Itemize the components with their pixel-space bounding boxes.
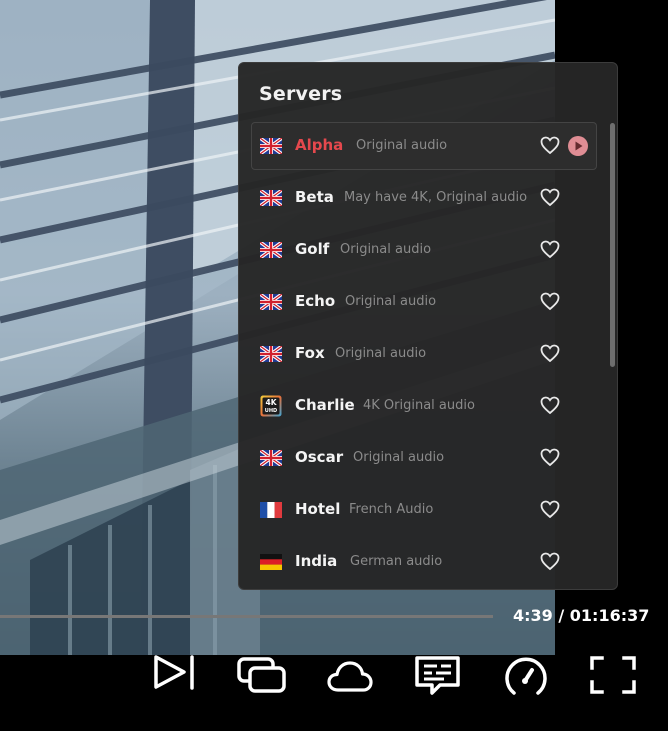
server-row[interactable]: Hotel French Audio bbox=[251, 486, 597, 534]
subtitles-button[interactable] bbox=[413, 655, 465, 707]
episodes-button[interactable] bbox=[236, 655, 288, 707]
episodes-icon bbox=[237, 657, 286, 693]
france-flag-icon bbox=[260, 502, 282, 518]
server-row[interactable]: Oscar Original audio bbox=[251, 434, 597, 482]
heart-icon[interactable] bbox=[540, 396, 560, 415]
server-name: India bbox=[295, 552, 338, 570]
server-row[interactable]: Alpha Original audio bbox=[251, 122, 597, 170]
server-list: Alpha Original audio Beta May have 4K, O… bbox=[251, 122, 597, 589]
server-desc: Original audio bbox=[353, 450, 445, 465]
germany-flag-icon bbox=[260, 554, 282, 570]
server-desc: Original audio bbox=[356, 138, 448, 153]
cloud-button[interactable] bbox=[325, 655, 377, 707]
server-name: Charlie bbox=[295, 396, 355, 414]
server-row[interactable]: 4K UHD Charlie 4K Original audio bbox=[251, 382, 597, 430]
uk-flag-icon bbox=[260, 242, 282, 258]
cloud-icon bbox=[327, 661, 373, 692]
svg-text:UHD: UHD bbox=[265, 408, 277, 414]
server-row[interactable]: India German audio bbox=[251, 538, 597, 586]
server-row[interactable]: Beta May have 4K, Original audio bbox=[251, 174, 597, 222]
server-row[interactable]: Golf Original audio bbox=[251, 226, 597, 274]
svg-text:4K: 4K bbox=[265, 398, 277, 407]
server-desc: Original audio bbox=[340, 242, 432, 257]
speed-icon bbox=[505, 657, 547, 695]
server-name: Alpha bbox=[295, 136, 344, 154]
server-desc: German audio bbox=[350, 554, 443, 569]
server-name: Fox bbox=[295, 344, 325, 362]
uk-flag-icon bbox=[260, 346, 282, 362]
server-desc: Original audio bbox=[345, 294, 437, 309]
heart-icon[interactable] bbox=[540, 136, 560, 155]
server-name: Hotel bbox=[295, 500, 341, 518]
heart-icon[interactable] bbox=[540, 240, 560, 259]
server-desc: 4K Original audio bbox=[363, 398, 475, 413]
server-name: Beta bbox=[295, 188, 334, 206]
server-row[interactable]: Echo Original audio bbox=[251, 278, 597, 326]
server-desc: French Audio bbox=[349, 502, 434, 517]
seek-bar[interactable] bbox=[0, 615, 493, 618]
server-row[interactable]: Fox Original audio bbox=[251, 330, 597, 378]
heart-icon[interactable] bbox=[540, 552, 560, 571]
uk-flag-icon bbox=[260, 294, 282, 310]
subtitles-icon bbox=[415, 656, 460, 695]
heart-icon[interactable] bbox=[540, 344, 560, 363]
uk-flag-icon bbox=[260, 190, 282, 206]
heart-icon[interactable] bbox=[540, 448, 560, 467]
4k-uhd-icon: 4K UHD bbox=[260, 395, 282, 417]
now-playing-icon bbox=[568, 136, 588, 156]
next-button[interactable] bbox=[148, 655, 200, 707]
panel-title: Servers bbox=[259, 83, 343, 105]
servers-panel: Servers Alpha Original audio Beta May ha… bbox=[238, 62, 618, 590]
heart-icon[interactable] bbox=[540, 188, 560, 207]
speed-button[interactable] bbox=[500, 655, 552, 707]
fullscreen-button[interactable] bbox=[588, 655, 640, 707]
server-name: Oscar bbox=[295, 448, 344, 466]
heart-icon[interactable] bbox=[540, 500, 560, 519]
server-desc: May have 4K, Original audio bbox=[344, 190, 528, 205]
uk-flag-icon bbox=[260, 450, 282, 466]
control-bar bbox=[0, 655, 668, 731]
video-player: Servers Alpha Original audio Beta May ha… bbox=[0, 0, 668, 731]
server-desc: Original audio bbox=[335, 346, 427, 361]
heart-icon[interactable] bbox=[540, 292, 560, 311]
server-name: Echo bbox=[295, 292, 336, 310]
fullscreen-icon bbox=[590, 656, 636, 694]
time-display: 4:39 / 01:16:37 bbox=[513, 606, 650, 625]
next-icon bbox=[154, 655, 194, 690]
uk-flag-icon bbox=[260, 138, 282, 154]
panel-scrollbar[interactable] bbox=[610, 123, 615, 367]
server-name: Golf bbox=[295, 240, 330, 258]
